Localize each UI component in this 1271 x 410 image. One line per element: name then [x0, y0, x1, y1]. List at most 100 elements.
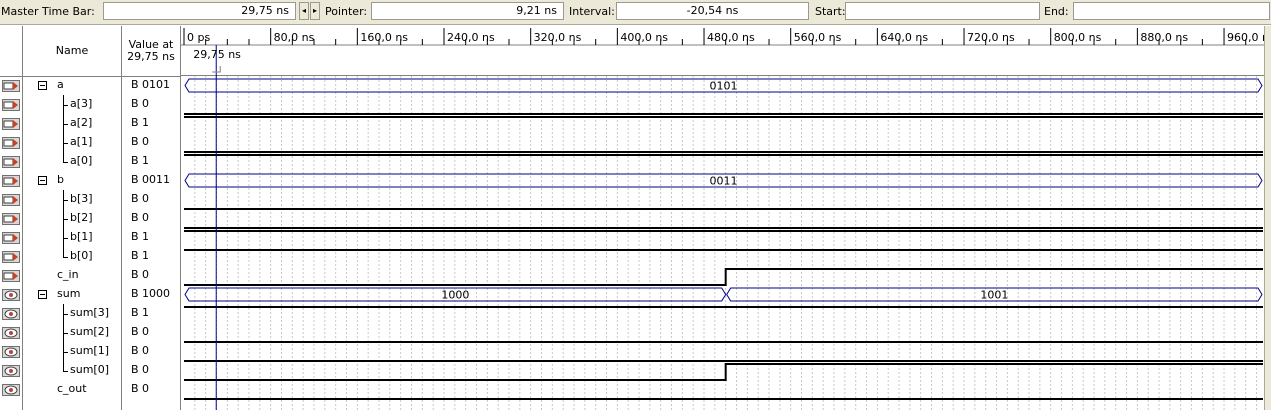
- input-pin-icon: [2, 251, 20, 263]
- tree-branch: [63, 162, 68, 163]
- master-time-bar-prev-button[interactable]: ◂: [299, 2, 309, 20]
- signal-row-a2[interactable]: a[2] B 1: [0, 114, 181, 133]
- tree-line: [63, 152, 64, 162]
- output-pin-icon: [2, 384, 20, 396]
- timeline-tick-label: 0 ps: [187, 31, 210, 44]
- signal-waveform: [184, 363, 1263, 381]
- input-pin-icon: [2, 80, 20, 92]
- signal-name[interactable]: a[3]: [70, 97, 92, 110]
- signal-name[interactable]: b[3]: [70, 192, 93, 205]
- bus-value-label: 1000: [441, 289, 469, 302]
- signal-value: B 0: [131, 325, 150, 338]
- vertical-scrollbar[interactable]: [1264, 26, 1271, 410]
- signal-row-c_in[interactable]: c_in B 0: [0, 266, 181, 285]
- input-pin-icon: [2, 194, 20, 206]
- signal-value: B 1: [131, 230, 150, 243]
- master-time-bar-field[interactable]: 29,75 ns: [103, 2, 296, 20]
- signal-value: B 0: [131, 135, 150, 148]
- tree-line: [63, 247, 64, 257]
- tree-branch: [63, 143, 68, 144]
- name-column-header[interactable]: Name: [23, 45, 121, 57]
- end-field[interactable]: [1073, 2, 1270, 20]
- output-pin-icon: [2, 365, 20, 377]
- waveform-view[interactable]: 0 ps 80,0 ns 160,0 ns 240,0 ns 320,0 ns 400,0…: [181, 26, 1271, 410]
- signal-row-sum3[interactable]: sum[3] B 1: [0, 304, 181, 323]
- pointer-field[interactable]: 9,21 ns: [371, 2, 564, 20]
- signal-name[interactable]: b[2]: [70, 211, 93, 224]
- input-pin-icon: [2, 175, 20, 187]
- signal-row-b[interactable]: b B 0011: [0, 171, 181, 190]
- bus-value-label: 0011: [710, 175, 738, 188]
- tree-branch: [63, 124, 68, 125]
- interval-field[interactable]: -20,54 ns: [616, 2, 809, 20]
- tree-branch: [63, 352, 68, 353]
- signal-value: B 1: [131, 306, 150, 319]
- tree-branch: [63, 200, 68, 201]
- start-label: Start:: [815, 5, 846, 18]
- signal-row-a0[interactable]: a[0] B 1: [0, 152, 181, 171]
- collapse-minus-icon[interactable]: [38, 290, 47, 299]
- signal-row-b0[interactable]: b[0] B 1: [0, 247, 181, 266]
- signal-name[interactable]: b[1]: [70, 230, 93, 243]
- timeline-tick-label: 80,0 ns: [274, 31, 315, 44]
- signal-value: B 0: [131, 268, 150, 281]
- signal-row-b1[interactable]: b[1] B 1: [0, 228, 181, 247]
- tree-branch: [63, 333, 68, 334]
- tree-branch: [63, 371, 68, 372]
- master-time-bar-next-button[interactable]: ▸: [310, 2, 320, 20]
- signal-name[interactable]: a[0]: [70, 154, 92, 167]
- signal-value: B 0: [131, 382, 150, 395]
- signal-row-a3[interactable]: a[3] B 0: [0, 95, 181, 114]
- output-pin-icon: [2, 346, 20, 358]
- signal-row-a1[interactable]: a[1] B 0: [0, 133, 181, 152]
- signal-name[interactable]: c_in: [57, 268, 79, 281]
- signal-row-a[interactable]: a B 0101: [0, 76, 181, 95]
- bus-value-label: 0101: [710, 80, 738, 93]
- signal-row-sum2[interactable]: sum[2] B 0: [0, 323, 181, 342]
- signal-name[interactable]: sum: [57, 287, 80, 300]
- tree-branch: [63, 219, 68, 220]
- signal-value: B 0: [131, 97, 150, 110]
- output-pin-icon: [2, 289, 20, 301]
- signal-name[interactable]: sum[0]: [70, 363, 109, 376]
- waveform-toolbar: Master Time Bar: 29,75 ns ◂ ▸ Pointer: 9…: [0, 0, 1271, 25]
- tree-branch: [63, 238, 68, 239]
- signal-value: B 1: [131, 249, 150, 262]
- end-label: End:: [1044, 5, 1069, 18]
- signal-row-b2[interactable]: b[2] B 0: [0, 209, 181, 228]
- interval-label: Interval:: [569, 5, 615, 18]
- signal-row-c_out[interactable]: c_out B 0: [0, 380, 181, 399]
- signal-name[interactable]: b: [57, 173, 64, 186]
- input-pin-icon: [2, 232, 20, 244]
- tree-branch: [63, 257, 68, 258]
- input-pin-icon: [2, 156, 20, 168]
- signal-row-sum[interactable]: sum B 1000: [0, 285, 181, 304]
- signal-name[interactable]: sum[2]: [70, 325, 109, 338]
- signal-name[interactable]: a[2]: [70, 116, 92, 129]
- signal-value: B 0011: [131, 173, 171, 186]
- signal-row-sum0[interactable]: sum[0] B 0: [0, 361, 181, 380]
- collapse-minus-icon[interactable]: [38, 81, 47, 90]
- signal-name[interactable]: sum[3]: [70, 306, 109, 319]
- value-column-header-line2: 29,75 ns: [127, 50, 175, 63]
- signal-value: B 1000: [131, 287, 171, 300]
- collapse-minus-icon[interactable]: [38, 176, 47, 185]
- start-field[interactable]: [845, 2, 1040, 20]
- input-pin-icon: [2, 118, 20, 130]
- input-pin-icon: [2, 213, 20, 225]
- signal-value: B 0: [131, 363, 150, 376]
- signal-name[interactable]: b[0]: [70, 249, 93, 262]
- tree-branch: [63, 105, 68, 106]
- tree-line: [63, 361, 64, 371]
- signal-name[interactable]: sum[1]: [70, 344, 109, 357]
- input-pin-icon: [2, 99, 20, 111]
- signal-name[interactable]: a[1]: [70, 135, 92, 148]
- signal-waveform: [184, 268, 1263, 286]
- signal-row-b3[interactable]: b[3] B 0: [0, 190, 181, 209]
- input-pin-icon: [2, 137, 20, 149]
- signal-name[interactable]: c_out: [57, 382, 87, 395]
- signal-value: B 0: [131, 344, 150, 357]
- signal-name[interactable]: a: [57, 78, 64, 91]
- signal-row-sum1[interactable]: sum[1] B 0: [0, 342, 181, 361]
- output-pin-icon: [2, 308, 20, 320]
